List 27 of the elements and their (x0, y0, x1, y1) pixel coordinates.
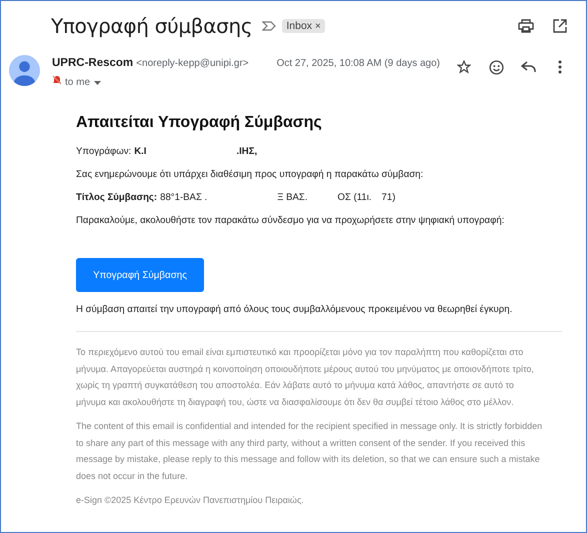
sender-email: <noreply-kepp@unipi.gr> (136, 58, 249, 69)
muted-bell-icon (52, 75, 62, 85)
remove-label-button[interactable]: × (315, 20, 321, 32)
intro-text: Σας ενημερώνουμε ότι υπάρχει διαθέσιμη προς υπογραφή η παρακάτω σύμβαση: (76, 169, 424, 180)
email-date: Oct 27, 2025, 10:08 AM (9 days ago) (276, 58, 440, 71)
recipient-dropdown[interactable]: to me (65, 77, 102, 88)
disclaimer-text: The content of this email is confidential and intended for the recipient specified in message only. It is strictly forbidden to share any part of this message with any third party, without a written consent of the sender. If you received this message by mistake, please reply to this message and follow with its deletion, so that we can ensure such a mistake does not occur in the future. (76, 420, 544, 482)
sender-name: UPRC-Rescom (52, 57, 134, 69)
signer-label: Υπογράφων: (76, 146, 132, 157)
disclaimer-text: Το περιεχόμενο αυτού του email είναι εμπιστευτικό και προορίζεται μόνο για τον παραλήπτη που καθορίζεται στο μήνυμα. Απαγορεύεται αυστηρά η κοινοποίηση οποιουδήποτε μέρους αυτού του μηνύματος με οποιονδήποτε τρίτο, χωρίς τη γραπτή συγκατάθεση του αποστολέα. Εάν λάβατε αυτό το μήνυμα κατά λάθος, απαντήστε σε αυτό το μήνυμα και ακολουθήστε τη διαγραφή του, ώστε να διασφαλίσουμε ότι δεν θα συμβεί τέτοιο λάθος στο μέλλον. (76, 346, 535, 409)
label-arrow-icon[interactable] (262, 21, 276, 31)
inbox-label: Inbox × (282, 19, 325, 33)
contract-title: 71) (382, 192, 396, 203)
avatar-icon (9, 55, 40, 86)
email-subject: Υπογραφή σύμβασης (51, 14, 252, 38)
caret-icon (94, 80, 102, 84)
contract-title-label: Τίτλος Σύμβασης: (76, 192, 158, 203)
contract-title: ΟΣ (11ι. (338, 192, 372, 203)
contract-title: Ξ ΒΑΣ. (277, 192, 308, 203)
signer-name: .ΙΗΣ, (236, 146, 258, 157)
footer-text: e-Sign ©2025 Κέντρο Ερευνών Πανεπιστημίου Πειραιώς. (76, 494, 305, 507)
validity-note: Η σύμβαση απαιτεί την υπογραφή από όλους τους συμβαλλόμενους προκειμένου να θεωρηθεί έγκυρη. (76, 304, 514, 315)
instruction-text: Παρακαλούμε, ακολουθήστε τον παρακάτω σύνδεσμο για να προχωρήσετε στην ψηφιακή υπογραφή: (76, 215, 506, 226)
email-heading: Απαιτείται Υπογραφή Σύμβασης (76, 114, 323, 132)
signer-name: Κ.Ι (134, 146, 146, 157)
contract-title: 88°1-ΒΑΣ . (160, 192, 208, 203)
sign-contract-button[interactable]: Υπογραφή Σύμβασης (76, 258, 204, 292)
